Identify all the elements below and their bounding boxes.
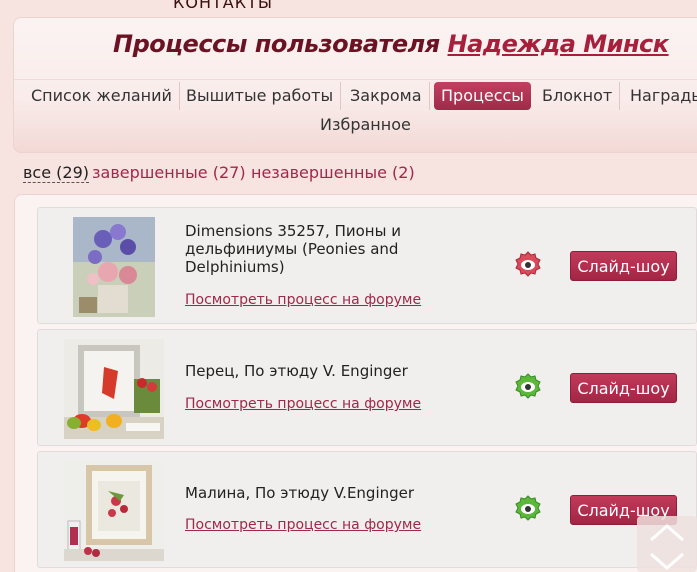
tab-stash[interactable]: Закрома bbox=[343, 82, 430, 110]
filter-all[interactable]: все (29) bbox=[23, 163, 89, 183]
slideshow-button[interactable]: Слайд-шоу bbox=[570, 251, 677, 281]
process-thumbnail[interactable] bbox=[73, 217, 155, 317]
page-title: Процессы пользователя Надежда Минск bbox=[113, 30, 669, 58]
process-thumbnail[interactable] bbox=[64, 461, 164, 561]
forum-link[interactable]: Посмотреть процесс на форуме bbox=[185, 396, 421, 412]
slideshow-button[interactable]: Слайд-шоу bbox=[570, 373, 677, 403]
process-thumbnail[interactable] bbox=[64, 339, 164, 439]
tab-processes[interactable]: Процессы bbox=[434, 82, 531, 110]
user-profile-link[interactable]: Надежда Минск bbox=[448, 30, 670, 58]
chevron-up-icon bbox=[650, 524, 684, 542]
filter-completed[interactable]: завершенные (27) bbox=[92, 163, 246, 182]
process-title: Перец, По этюду V. Enginger bbox=[185, 362, 408, 380]
nav-contacts-link[interactable]: КОНТАКТЫ bbox=[173, 0, 273, 12]
forum-link[interactable]: Посмотреть процесс на форуме bbox=[185, 292, 421, 308]
forum-link[interactable]: Посмотреть процесс на форуме bbox=[185, 517, 421, 533]
gear-red-icon bbox=[512, 249, 544, 281]
process-card: Малина, По этюду V.Enginger Посмотреть п… bbox=[37, 451, 697, 568]
process-card: Dimensions 35257, Пионы и дельфиниумы (P… bbox=[37, 207, 697, 324]
process-card: Перец, По этюду V. Enginger Посмотреть п… bbox=[37, 329, 697, 446]
tab-notebook[interactable]: Блокнот bbox=[535, 82, 621, 110]
scroll-nav-button[interactable] bbox=[637, 516, 697, 572]
tab-wishlist[interactable]: Список желаний bbox=[24, 82, 180, 110]
gear-green-icon bbox=[512, 493, 544, 525]
tab-embroidered[interactable]: Вышитые работы bbox=[179, 82, 342, 110]
tab-awards[interactable]: Награды bbox=[623, 82, 697, 110]
filter-incomplete[interactable]: незавершенные (2) bbox=[251, 163, 415, 182]
page-title-prefix: Процессы пользователя bbox=[113, 30, 440, 58]
chevron-down-icon bbox=[650, 552, 684, 570]
process-title: Dimensions 35257, Пионы и дельфиниумы (P… bbox=[185, 222, 401, 276]
process-title: Малина, По этюду V.Enginger bbox=[185, 484, 415, 502]
gear-green-icon bbox=[512, 371, 544, 403]
tab-favorites[interactable]: Избранное bbox=[320, 115, 411, 134]
